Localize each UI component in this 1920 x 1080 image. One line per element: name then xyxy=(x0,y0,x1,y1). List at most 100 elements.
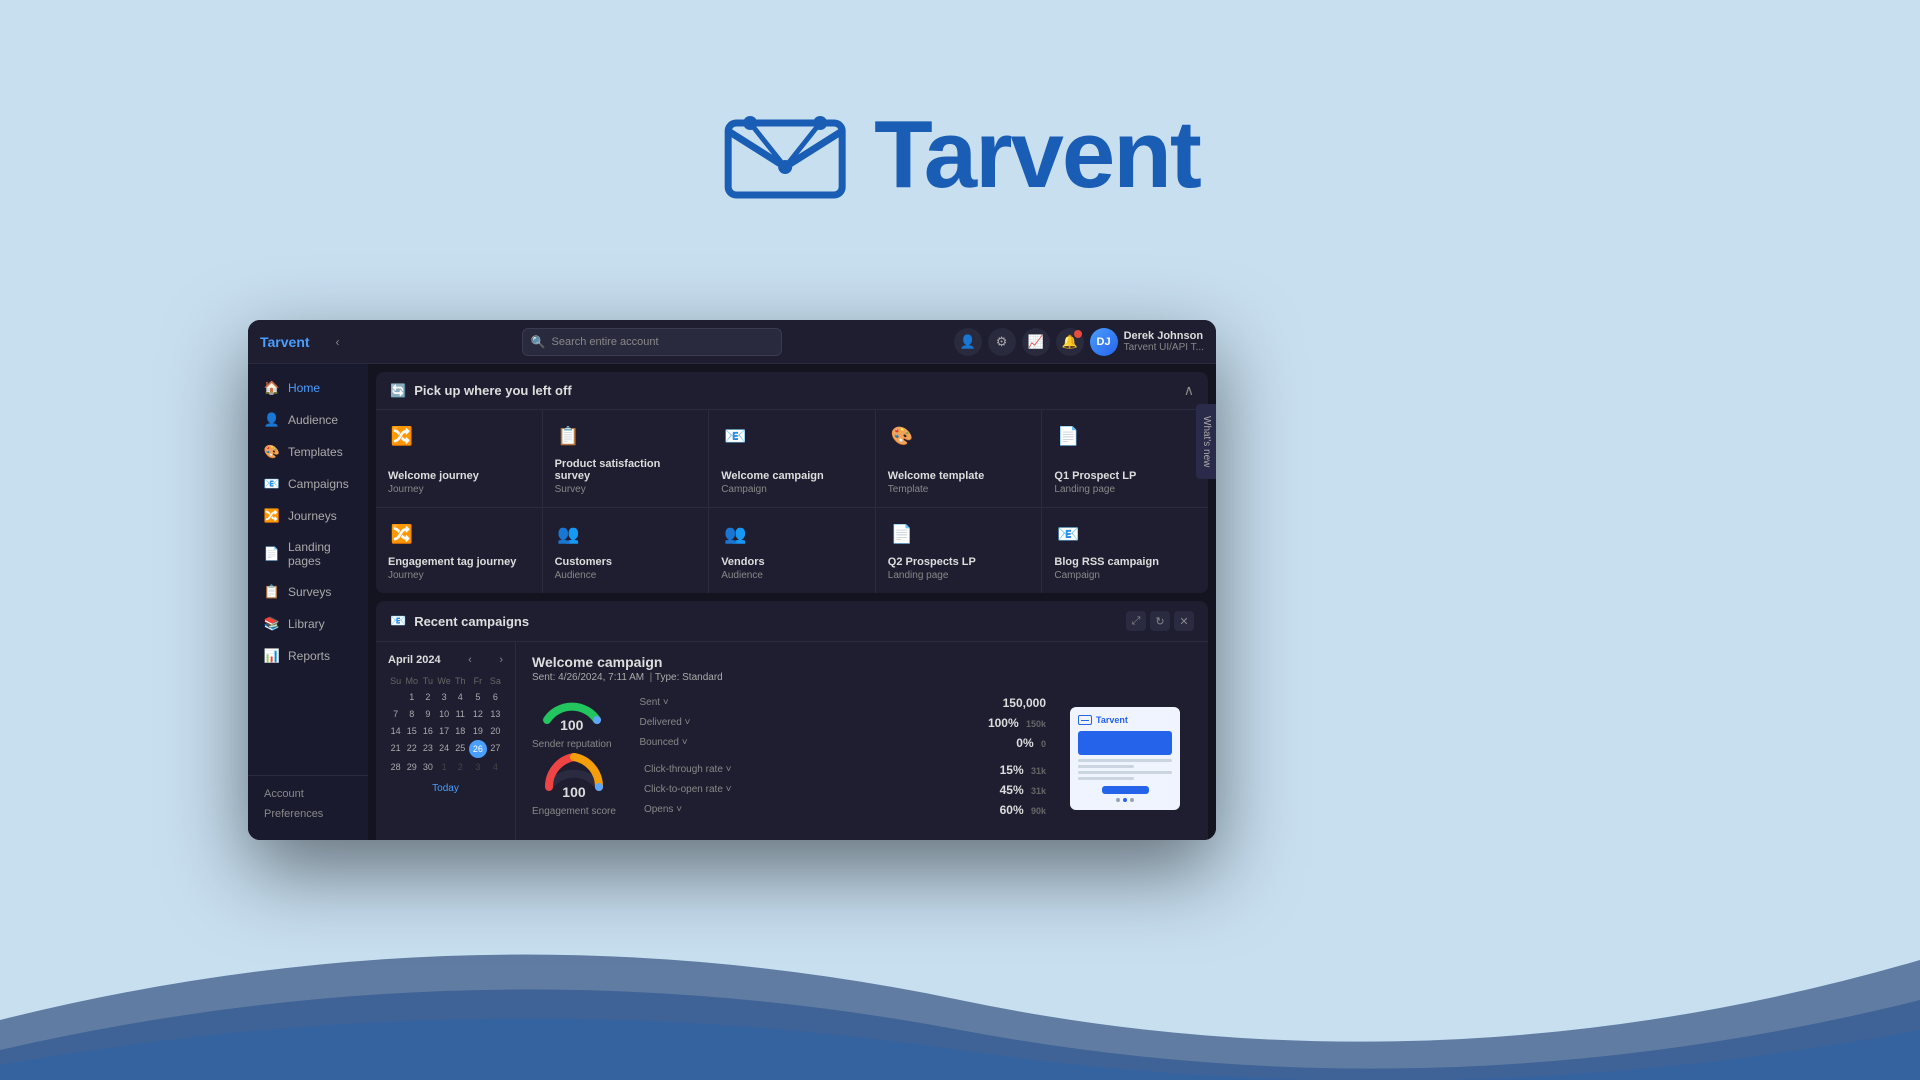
account-link[interactable]: Account xyxy=(264,784,352,804)
sidebar-item-label-journeys: Journeys xyxy=(288,509,337,523)
cal-day[interactable]: 1 xyxy=(404,689,419,705)
pickup-collapse-button[interactable]: ∧ xyxy=(1184,382,1194,399)
cal-day[interactable]: 22 xyxy=(404,740,419,758)
user-menu-button[interactable]: DJ Derek Johnson Tarvent UI/API T... xyxy=(1090,328,1204,356)
pickup-card-product-satisfaction[interactable]: 📋 Product satisfaction survey Survey xyxy=(543,410,709,507)
expand-button[interactable]: ⤢ xyxy=(1126,611,1146,631)
analytics-icon-button[interactable]: 📈 xyxy=(1022,328,1050,356)
landing-pages-icon: 📄 xyxy=(264,546,280,562)
sidebar-item-surveys[interactable]: 📋 Surveys xyxy=(248,576,368,608)
pickup-card-type-4: Landing page xyxy=(1054,484,1196,495)
sidebar-item-templates[interactable]: 🎨 Templates xyxy=(248,436,368,468)
sidebar-item-home[interactable]: 🏠 Home xyxy=(248,372,368,404)
notifications-icon-button[interactable]: 🔔 xyxy=(1056,328,1084,356)
pickup-card-customers[interactable]: 👥 Customers Audience xyxy=(543,508,709,593)
today-button[interactable]: Today xyxy=(388,783,503,794)
calendar-month-title: April 2024 xyxy=(388,654,441,666)
pickup-section: 🔄 Pick up where you left off ∧ 🔀 Welcome… xyxy=(376,372,1208,593)
cal-header-su: Su xyxy=(388,674,403,688)
sidebar-item-journeys[interactable]: 🔀 Journeys xyxy=(248,500,368,532)
calendar-header: April 2024 ‹ › xyxy=(388,654,503,666)
cal-day[interactable]: 17 xyxy=(437,723,452,739)
sidebar-item-library[interactable]: 📚 Library xyxy=(248,608,368,640)
cal-day[interactable]: 20 xyxy=(488,723,503,739)
cal-day[interactable]: 1 xyxy=(437,759,452,775)
preferences-link[interactable]: Preferences xyxy=(264,804,352,824)
sidebar-item-landing-pages[interactable]: 📄 Landing pages xyxy=(248,532,368,576)
calendar-next-button[interactable]: › xyxy=(499,654,503,666)
metrics-row: 100 Sender reputation Sent ˅ 150,000 xyxy=(532,695,1046,750)
cal-day[interactable]: 19 xyxy=(469,723,487,739)
whats-new-tab[interactable]: What's new xyxy=(1196,404,1216,479)
hero-section: Tarvent xyxy=(720,100,1200,210)
cal-day[interactable]: 4 xyxy=(488,759,503,775)
cal-day[interactable]: 13 xyxy=(488,706,503,722)
stat-delivered: Delivered ˅ 100% 150k xyxy=(640,716,1046,730)
cal-day[interactable] xyxy=(388,689,403,705)
settings-icon-button[interactable]: ⚙ xyxy=(988,328,1016,356)
cal-day-today[interactable]: 26 xyxy=(469,740,487,758)
cal-day[interactable]: 4 xyxy=(453,689,468,705)
cal-day[interactable]: 5 xyxy=(469,689,487,705)
cal-day[interactable]: 3 xyxy=(437,689,452,705)
cal-day[interactable]: 28 xyxy=(388,759,403,775)
cal-day[interactable]: 6 xyxy=(488,689,503,705)
pickup-card-q1-prospect[interactable]: 📄 Q1 Prospect LP Landing page xyxy=(1042,410,1208,507)
pickup-card-name-8: Q2 Prospects LP xyxy=(888,556,1030,568)
cal-day[interactable]: 3 xyxy=(469,759,487,775)
cal-day[interactable]: 9 xyxy=(420,706,435,722)
pickup-card-welcome-campaign[interactable]: 📧 Welcome campaign Campaign xyxy=(709,410,875,507)
sidebar-item-campaigns[interactable]: 📧 Campaigns xyxy=(248,468,368,500)
cal-day[interactable]: 2 xyxy=(453,759,468,775)
reports-icon: 📊 xyxy=(264,648,280,664)
cal-day[interactable]: 7 xyxy=(388,706,403,722)
pickup-card-name-5: Engagement tag journey xyxy=(388,556,530,568)
pickup-card-vendors[interactable]: 👥 Vendors Audience xyxy=(709,508,875,593)
cal-day[interactable]: 15 xyxy=(404,723,419,739)
calendar-prev-button[interactable]: ‹ xyxy=(468,654,472,666)
contacts-icon-button[interactable]: 👤 xyxy=(954,328,982,356)
cal-day[interactable]: 10 xyxy=(437,706,452,722)
pickup-card-icon-customers: 👥 xyxy=(555,520,583,548)
sidebar-collapse-button[interactable]: ‹ xyxy=(326,330,350,354)
cal-day[interactable]: 14 xyxy=(388,723,403,739)
pickup-card-welcome-template[interactable]: 🎨 Welcome template Template xyxy=(876,410,1042,507)
sidebar-item-label-surveys: Surveys xyxy=(288,585,331,599)
sidebar-item-label-library: Library xyxy=(288,617,325,631)
cal-day[interactable]: 12 xyxy=(469,706,487,722)
email-preview-header: Tarvent xyxy=(1078,715,1172,725)
dot-2 xyxy=(1123,798,1127,802)
close-button[interactable]: ✕ xyxy=(1174,611,1194,631)
sidebar-item-reports[interactable]: 📊 Reports xyxy=(248,640,368,672)
campaigns-section: 📧 Recent campaigns ⤢ ↻ ✕ April 2024 ‹ xyxy=(376,601,1208,840)
cal-header-fr: Fr xyxy=(469,674,487,688)
stat-ctor: Click-to-open rate ˅ 45% 31k xyxy=(644,783,1046,797)
cal-day[interactable]: 29 xyxy=(404,759,419,775)
cal-day[interactable]: 25 xyxy=(453,740,468,758)
app-window: Tarvent ‹ 🔍 Search entire account 👤 ⚙ 📈 … xyxy=(248,320,1216,840)
search-bar[interactable]: 🔍 Search entire account xyxy=(522,328,782,356)
journeys-icon: 🔀 xyxy=(264,508,280,524)
sidebar-item-audience[interactable]: 👤 Audience xyxy=(248,404,368,436)
search-icon: 🔍 xyxy=(531,335,546,349)
cal-day[interactable]: 16 xyxy=(420,723,435,739)
cal-day[interactable]: 8 xyxy=(404,706,419,722)
gauge-wrap-engagement: 100 xyxy=(539,762,609,802)
pickup-card-blog-rss[interactable]: 📧 Blog RSS campaign Campaign xyxy=(1042,508,1208,593)
cal-day[interactable]: 18 xyxy=(453,723,468,739)
cal-day[interactable]: 2 xyxy=(420,689,435,705)
pickup-card-icon-blog: 📧 xyxy=(1054,520,1082,548)
pickup-card-q2-prospects[interactable]: 📄 Q2 Prospects LP Landing page xyxy=(876,508,1042,593)
cal-day[interactable]: 24 xyxy=(437,740,452,758)
pickup-card-engagement-journey[interactable]: 🔀 Engagement tag journey Journey xyxy=(376,508,542,593)
sidebar-item-label-home: Home xyxy=(288,381,320,395)
cal-day[interactable]: 23 xyxy=(420,740,435,758)
refresh-button[interactable]: ↻ xyxy=(1150,611,1170,631)
pickup-card-name-9: Blog RSS campaign xyxy=(1054,556,1196,568)
cal-day[interactable]: 30 xyxy=(420,759,435,775)
pickup-card-welcome-journey[interactable]: 🔀 Welcome journey Journey xyxy=(376,410,542,507)
campaign-meta: Sent: 4/26/2024, 7:11 AM | Type: Standar… xyxy=(532,672,1192,683)
cal-day[interactable]: 11 xyxy=(453,706,468,722)
cal-day[interactable]: 21 xyxy=(388,740,403,758)
cal-day[interactable]: 27 xyxy=(488,740,503,758)
